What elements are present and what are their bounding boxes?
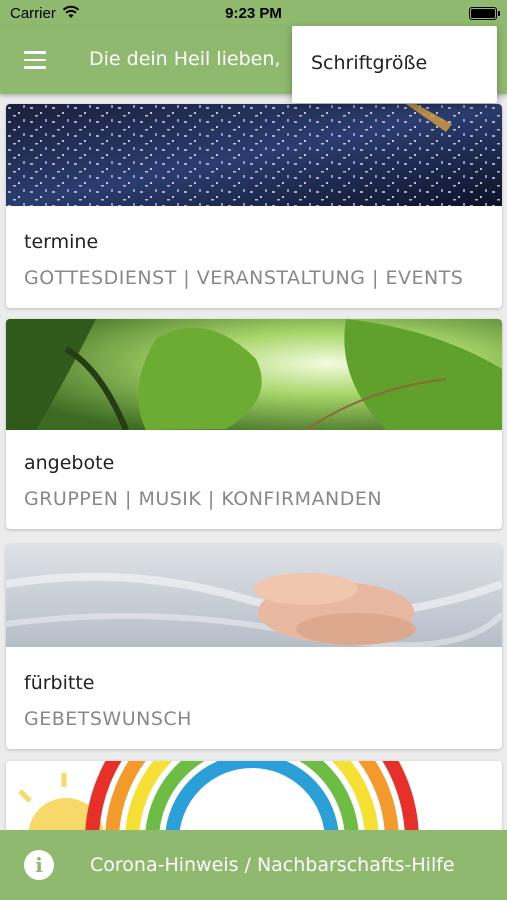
info-icon: i bbox=[24, 850, 54, 880]
corona-info-label: Corona-Hinweis / Nachbarschafts-Hilfe bbox=[90, 854, 455, 876]
rainbow-sun-illustration bbox=[6, 761, 502, 830]
card-angebote[interactable]: angebote GRUPPEN | MUSIK | KONFIRMANDEN bbox=[6, 319, 502, 529]
card-list[interactable]: termine GOTTESDIENST | VERANSTALTUNG | E… bbox=[0, 94, 507, 830]
card-subtitle: GOTTESDIENST | VERANSTALTUNG | EVENTS bbox=[24, 267, 464, 289]
card-title: angebote bbox=[24, 452, 115, 474]
card-subtitle: GRUPPEN | MUSIK | KONFIRMANDEN bbox=[24, 488, 383, 510]
card-title: fürbitte bbox=[24, 672, 95, 694]
card-fuerbitte[interactable]: fürbitte GEBETSWUNSCH bbox=[6, 544, 502, 749]
battery-icon bbox=[469, 7, 500, 20]
app-title: Die dein Heil lieben, bbox=[89, 48, 281, 70]
card-rainbow[interactable] bbox=[6, 761, 502, 830]
corona-info-bar[interactable]: i Corona-Hinweis / Nachbarschafts-Hilfe bbox=[0, 830, 507, 900]
status-bar: Carrier 9:23 PM bbox=[0, 0, 507, 28]
praying-hands-photo bbox=[6, 544, 502, 647]
card-title: termine bbox=[24, 231, 99, 253]
card-subtitle: GEBETSWUNSCH bbox=[24, 708, 192, 730]
overflow-menu: Schriftgröße bbox=[292, 26, 497, 103]
card-termine[interactable]: termine GOTTESDIENST | VERANSTALTUNG | E… bbox=[6, 104, 502, 308]
confetti-concert-photo bbox=[6, 104, 502, 206]
status-time: 9:23 PM bbox=[225, 5, 282, 22]
green-leaves-photo bbox=[6, 319, 502, 430]
menu-item-font-size[interactable]: Schriftgröße bbox=[311, 52, 427, 74]
hamburger-menu-icon[interactable] bbox=[24, 51, 46, 69]
